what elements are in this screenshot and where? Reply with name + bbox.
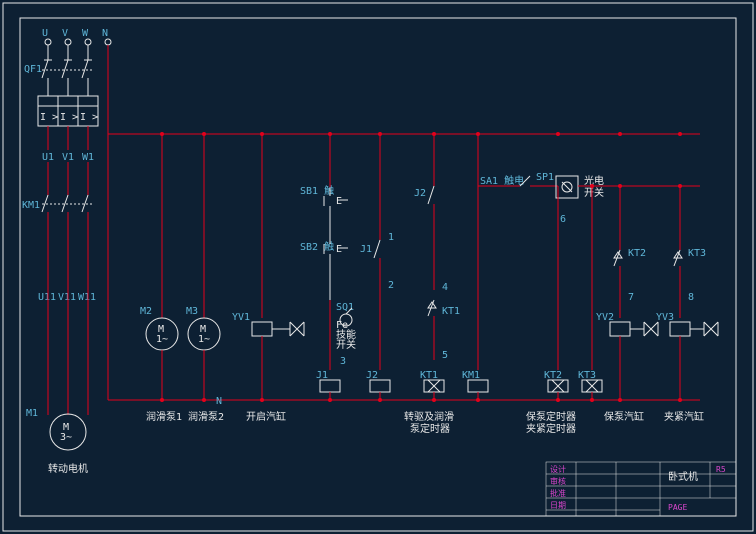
cap8: 夹紧汽缸	[664, 410, 704, 423]
sa1-sp1: SA1 触电 SP1 光电 开关 6	[478, 172, 700, 225]
km1-coil-label: KM1	[462, 370, 480, 381]
sb2-label: SB2 触	[300, 240, 334, 253]
svg-text:E: E	[336, 244, 342, 255]
branch-yv1: YV1	[232, 134, 304, 400]
sq1-n3: 开关	[336, 338, 356, 351]
ol2: I >	[60, 112, 78, 123]
u11-label: U11	[38, 292, 56, 303]
cap6b: 夹紧定时器	[526, 422, 576, 435]
w11-label: W11	[78, 292, 96, 303]
kt3-contact-label: KT3	[688, 248, 706, 259]
m2-in2: 1~	[156, 334, 168, 345]
branch-kt1: J2 4 KT1 5 KT1	[414, 134, 460, 400]
w1-label: W1	[82, 152, 94, 163]
branch-kt3-coil: KT3	[578, 184, 602, 400]
kt2-coil-label: KT2	[544, 370, 562, 381]
node3: 3	[340, 356, 346, 367]
motor-m2: M2 M 1~	[140, 306, 178, 350]
kt1-contact-label: KT1	[442, 306, 460, 317]
node4: 4	[442, 282, 448, 293]
phase-n-label: N	[102, 28, 108, 39]
m3-ref: M3	[186, 306, 198, 317]
yv1-label: YV1	[232, 312, 250, 323]
j1-coil-label: J1	[316, 370, 328, 381]
sa1-label: SA1 触电	[480, 174, 524, 187]
node6: 6	[560, 214, 566, 225]
kt3-coil-label: KT3	[578, 370, 596, 381]
overload-block: I > I > I >	[38, 96, 98, 150]
sb1-label: SB1 触	[300, 184, 334, 197]
m1-in2: 3~	[60, 432, 72, 443]
node7: 7	[628, 292, 634, 303]
j2-contact-label: J2	[414, 188, 426, 199]
branch-yv2: KT2 7 YV2	[596, 184, 658, 400]
phase-u-label: U	[42, 28, 48, 39]
motor-m1: M1 M 3~ 转动电机	[26, 408, 88, 475]
tb-r2: 审核	[550, 476, 566, 486]
sq1-label: SQ1	[336, 302, 354, 313]
m1-ref: M1	[26, 408, 38, 419]
node1: 1	[388, 232, 394, 243]
cap4b: 泵定时器	[410, 422, 450, 435]
tb-r3: 批准	[550, 488, 566, 498]
tb-r4: 日期	[550, 501, 566, 510]
node8: 8	[688, 292, 694, 303]
kt2-contact-label: KT2	[628, 248, 646, 259]
outer-border	[3, 3, 753, 531]
cap4a: 转驱及润滑	[404, 410, 454, 423]
tb-title: 卧式机	[668, 470, 698, 483]
j1-contact-label: J1	[360, 244, 372, 255]
node2: 2	[388, 280, 394, 291]
branch-control-1: SB1 触 E SB2 触 E SQ1 Fe 技能 开关 3 J1	[300, 134, 356, 400]
tb-r1: 设计	[550, 464, 566, 474]
qf1-label: QF1	[24, 64, 42, 75]
cap7: 保泵汽缸	[604, 410, 644, 423]
branch-km1-coil: KM1	[462, 134, 488, 400]
yv2-label: YV2	[596, 312, 614, 323]
phase-v-label: V	[62, 28, 68, 39]
motor-m3: M3 M 1~	[186, 306, 220, 350]
v1-label: V1	[62, 152, 74, 163]
km1-label: KM1	[22, 200, 40, 211]
branch-yv3: KT3 8 YV3	[656, 184, 718, 400]
neutral-label: N	[216, 396, 222, 407]
j2-coil-label: J2	[366, 370, 378, 381]
v11-label: V11	[58, 292, 76, 303]
ol1: I >	[40, 112, 58, 123]
cap2: 润滑泵2	[188, 410, 224, 423]
tb-sheet: PAGE	[668, 503, 687, 512]
node5: 5	[442, 350, 448, 361]
sp1-note2: 开关	[584, 186, 604, 199]
sp1-note1: 光电	[584, 174, 604, 187]
branch-j1j2: J1 1 2 J2	[360, 134, 394, 400]
phase-w-label: W	[82, 28, 89, 39]
m1-caption: 转动电机	[48, 462, 88, 475]
title-block: 设计 审核 批准 日期 卧式机 R5 PAGE	[546, 462, 736, 516]
m2-ref: M2	[140, 306, 152, 317]
sp1-label: SP1	[536, 172, 554, 183]
u1-label: U1	[42, 152, 54, 163]
cap3: 开启汽缸	[246, 410, 286, 423]
yv3-label: YV3	[656, 312, 674, 323]
inner-border	[20, 18, 736, 516]
km1-contactor: KM1	[22, 162, 92, 250]
ol3: I >	[80, 112, 98, 123]
m3-in2: 1~	[198, 334, 210, 345]
schematic-canvas: U V W N QF1 I > I > I > U1 V1 W1 KM1	[0, 0, 756, 534]
tb-rev: R5	[716, 465, 726, 474]
svg-text:E: E	[336, 196, 342, 207]
breaker-qf1: QF1	[24, 60, 92, 96]
cap1: 润滑泵1	[146, 410, 182, 423]
cap5: 保泵定时器	[526, 410, 576, 423]
kt1-coil-label: KT1	[420, 370, 438, 381]
